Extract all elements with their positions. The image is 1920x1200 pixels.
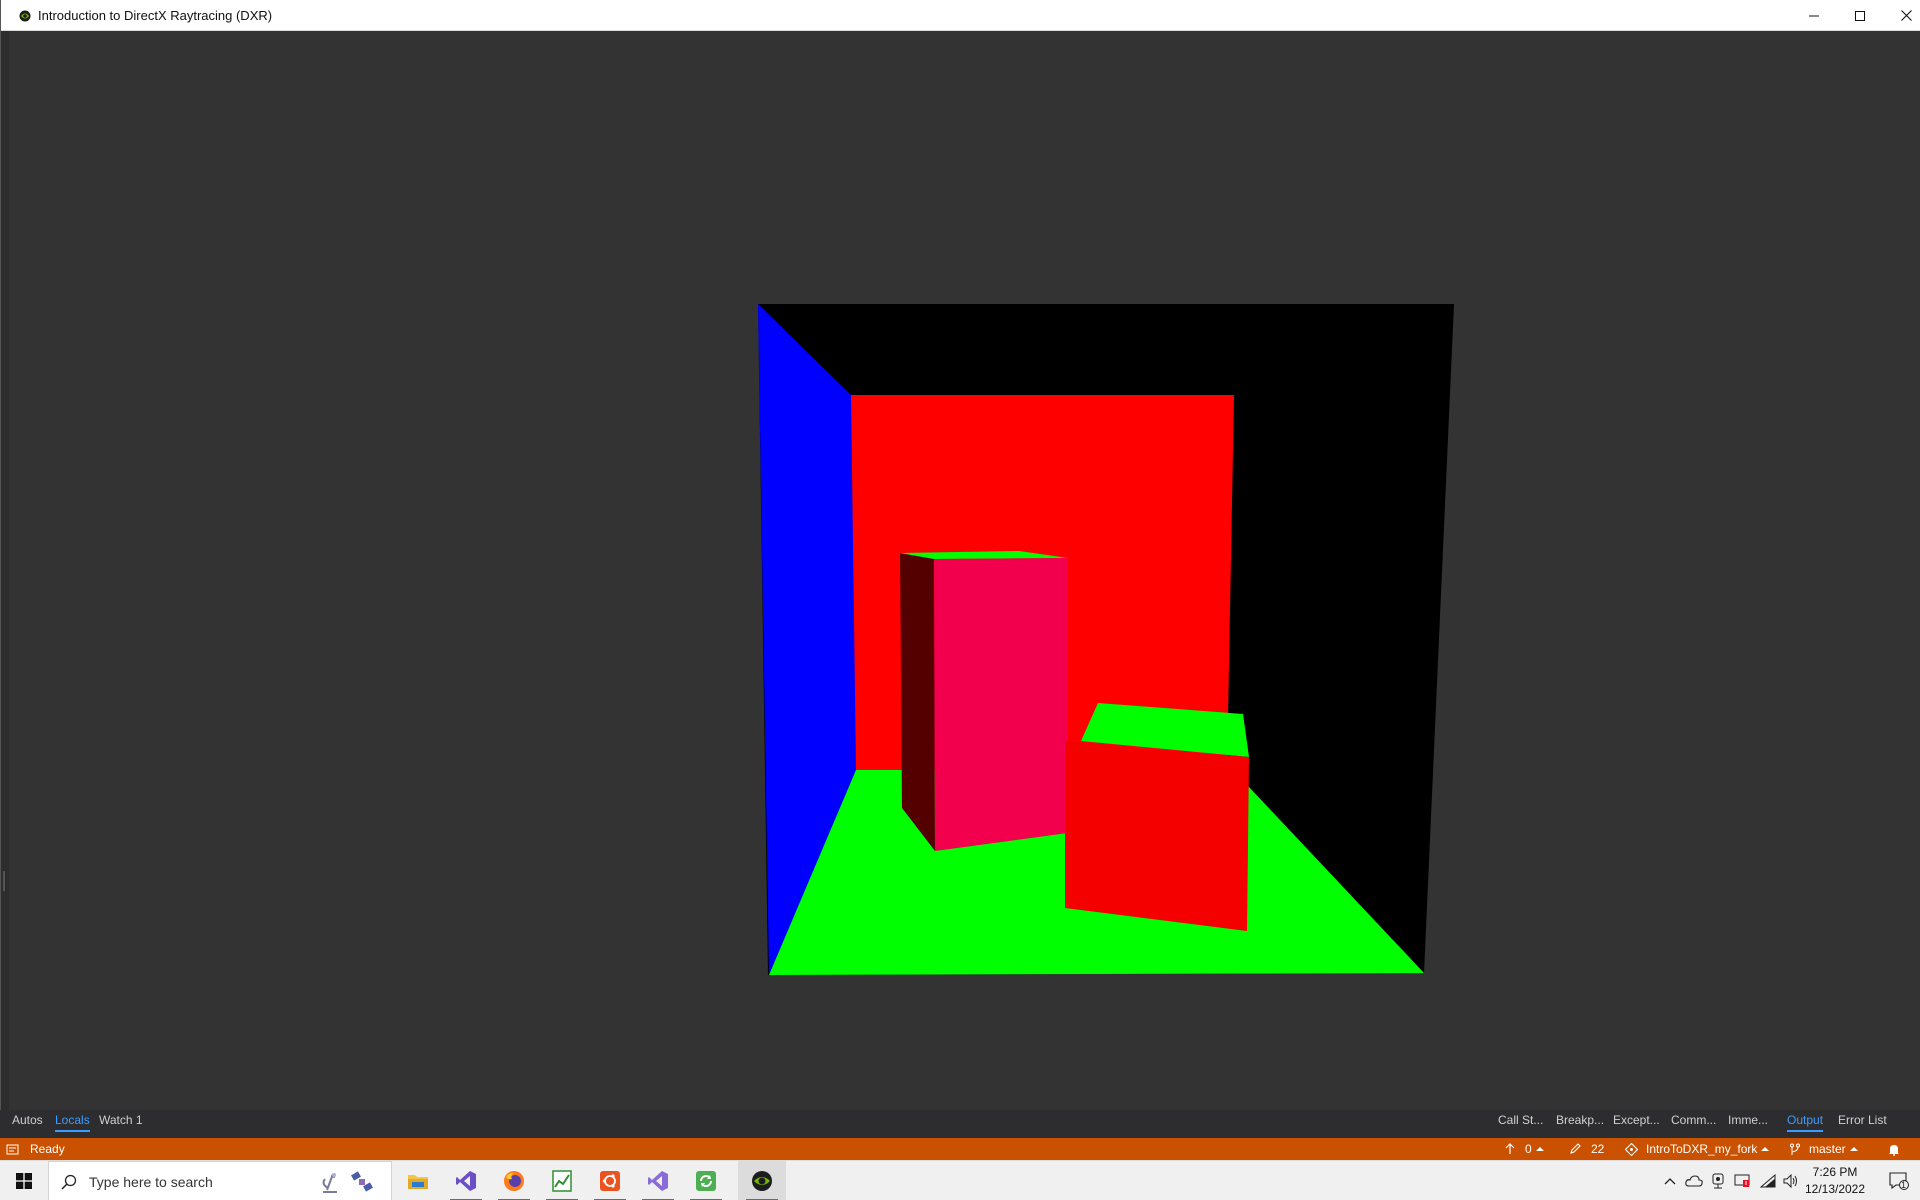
cloud-icon	[1685, 1175, 1703, 1187]
branch-name: master	[1809, 1142, 1846, 1156]
maximize-button[interactable]	[1837, 0, 1883, 31]
repo-name: IntroToDXR_my_fork	[1646, 1142, 1758, 1156]
taskbar-green-app[interactable]	[682, 1161, 730, 1200]
taskbar-clock[interactable]: 7:26 PM 12/13/2022	[1800, 1164, 1870, 1198]
caret-up-icon	[1535, 1147, 1544, 1151]
taskbar-search-box[interactable]: Type here to search	[48, 1161, 392, 1200]
visual-studio-icon	[456, 1171, 476, 1191]
taskbar-firefox[interactable]	[490, 1161, 538, 1200]
push-counter[interactable]: 0	[1505, 1138, 1544, 1160]
start-button[interactable]	[0, 1161, 48, 1200]
satellite-icon	[351, 1171, 373, 1192]
git-repo-icon	[1625, 1142, 1638, 1156]
caret-up-icon	[1761, 1147, 1770, 1151]
tab-autos[interactable]: Autos	[12, 1110, 43, 1132]
folder-icon	[408, 1175, 428, 1189]
maximize-icon	[1855, 10, 1865, 21]
minimize-button[interactable]	[1791, 0, 1837, 31]
chevron-up-icon	[1664, 1178, 1676, 1185]
status-bar: Ready 0 22 IntroToDXR_my_fork master	[0, 1138, 1920, 1160]
window-title: Introduction to DirectX Raytracing (DXR)	[38, 8, 273, 23]
tray-network[interactable]	[1757, 1161, 1779, 1200]
push-count: 0	[1525, 1142, 1532, 1156]
microscope-icon	[322, 1173, 337, 1193]
taskbar: Type here to search 7:26 PM 12/13/2022 1	[0, 1160, 1920, 1200]
branch-selector[interactable]: master	[1789, 1138, 1858, 1160]
repository-selector[interactable]: IntroToDXR_my_fork	[1625, 1138, 1770, 1160]
taskbar-dxr-app[interactable]	[738, 1161, 786, 1200]
close-button[interactable]	[1883, 0, 1920, 31]
tab-output[interactable]: Output	[1787, 1110, 1824, 1132]
notification-count: 1	[1901, 1180, 1907, 1190]
action-center-button[interactable]: 1	[1877, 1161, 1920, 1200]
wifi-icon	[1760, 1174, 1776, 1188]
ubuntu-icon	[600, 1171, 620, 1191]
search-icon	[61, 1174, 77, 1190]
clock-time: 7:26 PM	[1812, 1165, 1858, 1179]
speaker-icon	[1783, 1174, 1797, 1188]
tall-box-front	[934, 558, 1068, 851]
taskbar-file-explorer[interactable]	[394, 1161, 442, 1200]
app-window: Introduction to DirectX Raytracing (DXR)	[0, 0, 1920, 1110]
tab-error-list[interactable]: Error List	[1838, 1110, 1887, 1132]
changes-counter[interactable]: 22	[1569, 1138, 1604, 1160]
task-manager-icon	[552, 1170, 572, 1192]
resize-grip[interactable]	[3, 871, 5, 891]
output-icon	[6, 1144, 19, 1154]
camera-icon	[1712, 1173, 1724, 1189]
windows-logo-icon	[16, 1173, 32, 1189]
taskbar-task-manager[interactable]	[538, 1161, 586, 1200]
clock-date: 12/13/2022	[1804, 1182, 1866, 1196]
status-text: Ready	[30, 1142, 65, 1156]
firefox-icon	[504, 1171, 524, 1191]
changes-count: 22	[1591, 1142, 1605, 1156]
status-ready: Ready	[6, 1138, 65, 1160]
left-window-edge	[1, 31, 9, 1110]
short-box-front	[1065, 741, 1249, 931]
nvidia-icon	[752, 1171, 772, 1191]
tab-command-window[interactable]: Comm...	[1671, 1110, 1716, 1132]
caret-up-icon	[1849, 1147, 1858, 1151]
bell-icon	[1889, 1144, 1899, 1156]
visual-studio-preview-icon	[648, 1171, 668, 1191]
tab-breakpoints[interactable]: Breakp...	[1556, 1110, 1604, 1132]
tab-immediate-window[interactable]: Imme...	[1728, 1110, 1768, 1132]
taskbar-ubuntu[interactable]	[586, 1161, 634, 1200]
git-branch-icon	[1790, 1143, 1800, 1155]
tray-overflow-button[interactable]	[1660, 1161, 1680, 1200]
taskbar-visual-studio[interactable]	[442, 1161, 490, 1200]
debug-tool-tabs: Autos Locals Watch 1 Call St... Breakp..…	[0, 1110, 1920, 1138]
tray-volume[interactable]	[1780, 1161, 1802, 1200]
tab-exception-settings[interactable]: Except...	[1613, 1110, 1660, 1132]
tray-onedrive[interactable]	[1683, 1161, 1705, 1200]
tall-box-side	[900, 553, 935, 851]
close-icon	[1900, 10, 1912, 21]
pencil-icon	[1570, 1143, 1581, 1154]
notifications-button[interactable]	[1888, 1138, 1900, 1160]
tab-locals[interactable]: Locals	[55, 1110, 90, 1132]
tab-watch-1[interactable]: Watch 1	[99, 1110, 143, 1132]
minimize-icon	[1809, 15, 1819, 16]
taskbar-visual-studio-preview[interactable]	[634, 1161, 682, 1200]
arrow-up-icon	[1505, 1143, 1515, 1154]
tab-call-stack[interactable]: Call St...	[1498, 1110, 1543, 1132]
recycle-app-icon	[696, 1171, 716, 1191]
search-placeholder: Type here to search	[89, 1174, 213, 1190]
tray-webcam[interactable]	[1708, 1161, 1728, 1200]
tray-app-warning[interactable]	[1731, 1161, 1753, 1200]
warning-monitor-icon	[1734, 1174, 1750, 1187]
cornell-box-render	[758, 304, 1454, 975]
app-icon	[19, 10, 31, 22]
title-bar[interactable]: Introduction to DirectX Raytracing (DXR)	[1, 0, 1920, 31]
